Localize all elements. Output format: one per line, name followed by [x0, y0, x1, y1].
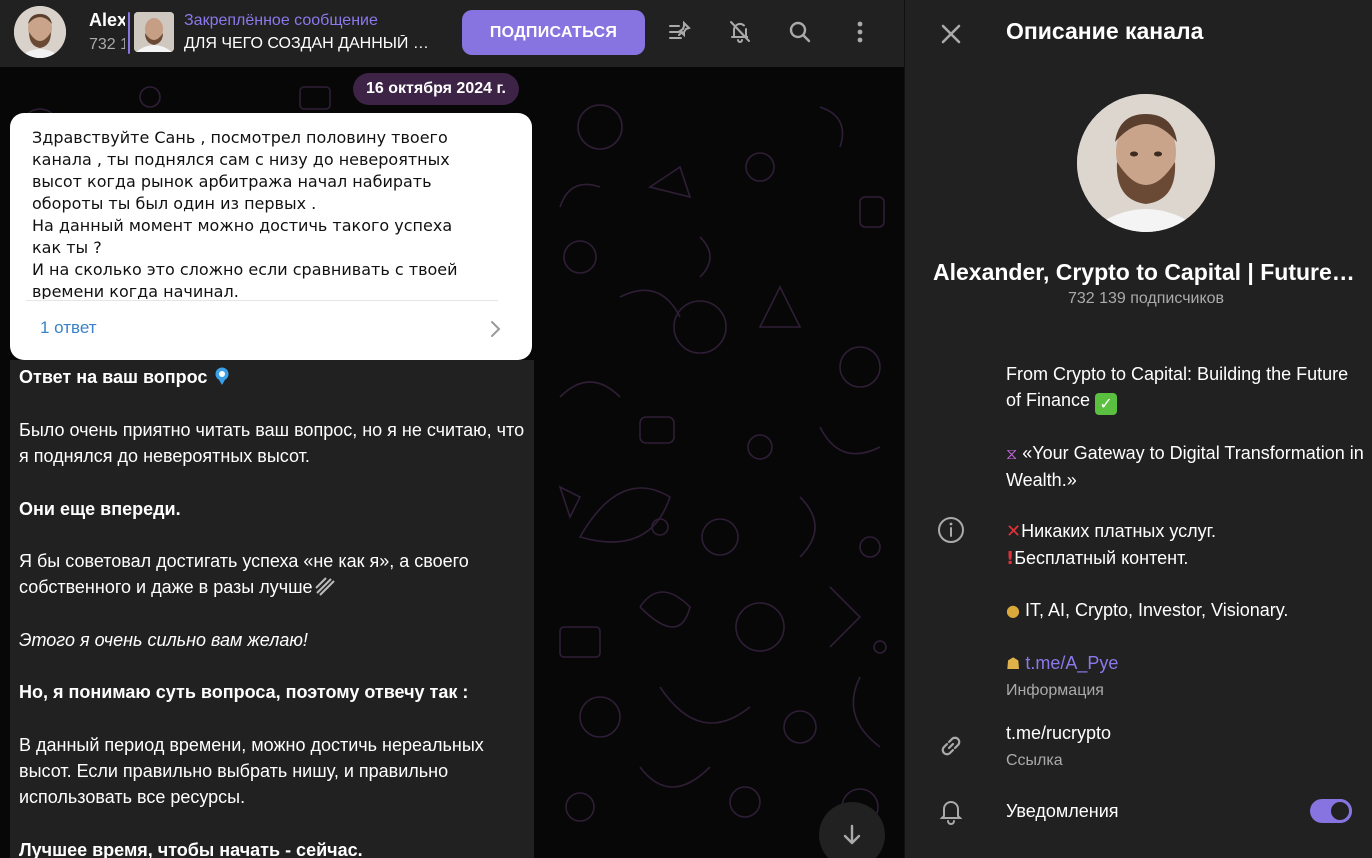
- pinned-indicator: [128, 12, 130, 54]
- person-emoji-icon: ☗: [1006, 654, 1021, 673]
- channel-subscribers: 732 139 подписчиков: [89, 36, 125, 53]
- pin-list-icon[interactable]: [662, 14, 698, 50]
- chat-header: Alexander, Crypto to Capital | Future Fi…: [0, 0, 904, 67]
- panel-subscribers: 732 139 подписчиков: [1067, 290, 1225, 307]
- pin-emoji-icon: [215, 367, 229, 385]
- about-line-4: !Бесплатный контент.: [1006, 548, 1189, 569]
- question-divider: [26, 300, 498, 301]
- check-mark-icon: ✓: [1095, 393, 1118, 415]
- exclamation-icon: !: [1006, 548, 1015, 569]
- question-text: Здравствуйте Сань , посмотрел половину т…: [32, 128, 458, 299]
- info-caption: Информация: [1006, 682, 1104, 699]
- close-icon: [941, 24, 961, 44]
- more-vertical-icon[interactable]: [842, 14, 878, 50]
- panel-title: Описание канала: [1006, 18, 1204, 44]
- about-line-3: ✕Никаких платных услуг.: [1006, 521, 1217, 542]
- post-heading: Ответ на ваш вопрос: [19, 364, 529, 390]
- channel-avatar[interactable]: [14, 6, 66, 58]
- toggle-knob: [1328, 799, 1352, 823]
- about-line-5: ● IT, AI, Crypto, Investor, Visionary.: [1006, 600, 1289, 620]
- pinned-thumbnail-image: [134, 12, 174, 52]
- search-icon[interactable]: [782, 14, 818, 50]
- post-paragraph-4: Этого я очень сильно вам желаю!: [19, 630, 308, 650]
- post-paragraph-5: Но, я понимаю суть вопроса, поэтому отве…: [19, 682, 469, 702]
- cross-mark-icon: ✕: [1006, 521, 1022, 542]
- chevron-right-icon[interactable]: [488, 318, 504, 340]
- post-paragraph-6: В данный период времени, можно достичь н…: [19, 735, 484, 807]
- pinned-title[interactable]: Закреплённое сообщение: [184, 12, 378, 30]
- bell-off-icon[interactable]: [722, 14, 758, 50]
- close-panel-button[interactable]: [933, 16, 969, 52]
- replies-link[interactable]: 1 ответ: [40, 318, 97, 338]
- pinned-text[interactable]: ДЛЯ ЧЕГО СОЗДАН ДАННЫЙ КАНАЛ: [184, 35, 434, 53]
- about-contact: ☗ t.me/A_Pye: [1006, 650, 1366, 677]
- dna-emoji-icon: ⧖: [1006, 444, 1018, 463]
- post-paragraph-2: Они еще впереди.: [19, 499, 181, 519]
- post-paragraph-7: Лучшее время, чтобы начать - сейчас.: [19, 840, 363, 858]
- arrow-down-icon: [843, 824, 861, 845]
- about-line-1: From Crypto to Capital: Building the Fut…: [1006, 364, 1349, 415]
- subscribe-button[interactable]: ПОДПИСАТЬСЯ: [462, 10, 645, 55]
- link-caption: Ссылка: [1006, 752, 1063, 769]
- question-card: Здравствуйте Сань , посмотрел половину т…: [10, 113, 532, 360]
- channel-info-panel: Описание канала Alexander, Crypto to Cap…: [904, 0, 1372, 858]
- channel-name[interactable]: Alexander, Crypto to Capital | Future Fi…: [89, 10, 125, 31]
- pinned-thumbnail[interactable]: [134, 12, 174, 52]
- panel-channel-name: Alexander, Crypto to Capital | Future Fi…: [933, 259, 1361, 285]
- chat-area: Alexander, Crypto to Capital | Future Fi…: [0, 0, 904, 858]
- date-separator: 16 октября 2024 г.: [353, 73, 519, 105]
- info-icon: [934, 513, 968, 547]
- bell-icon: [934, 794, 968, 828]
- avatar-portrait: [14, 6, 66, 58]
- post-paragraph-3: Я бы советовал достигать успеха «не как …: [19, 551, 469, 597]
- thanks-sticker-icon: [314, 577, 335, 596]
- avatar-portrait-large: [1077, 94, 1215, 232]
- channel-link[interactable]: t.me/rucrypto: [1006, 720, 1366, 746]
- post-paragraph-1: Было очень приятно читать ваш вопрос, но…: [19, 420, 525, 466]
- notifications-toggle[interactable]: [1310, 799, 1352, 823]
- money-bag-icon: ●: [1006, 601, 1020, 620]
- link-icon: [934, 729, 968, 763]
- about-line-2: ⧖ «Your Gateway to Digital Transformatio…: [1006, 443, 1364, 490]
- contact-link[interactable]: t.me/A_Pye: [1025, 653, 1118, 673]
- panel-avatar[interactable]: [1077, 94, 1215, 232]
- channel-post: Ответ на ваш вопрос Было очень приятно ч…: [10, 360, 534, 858]
